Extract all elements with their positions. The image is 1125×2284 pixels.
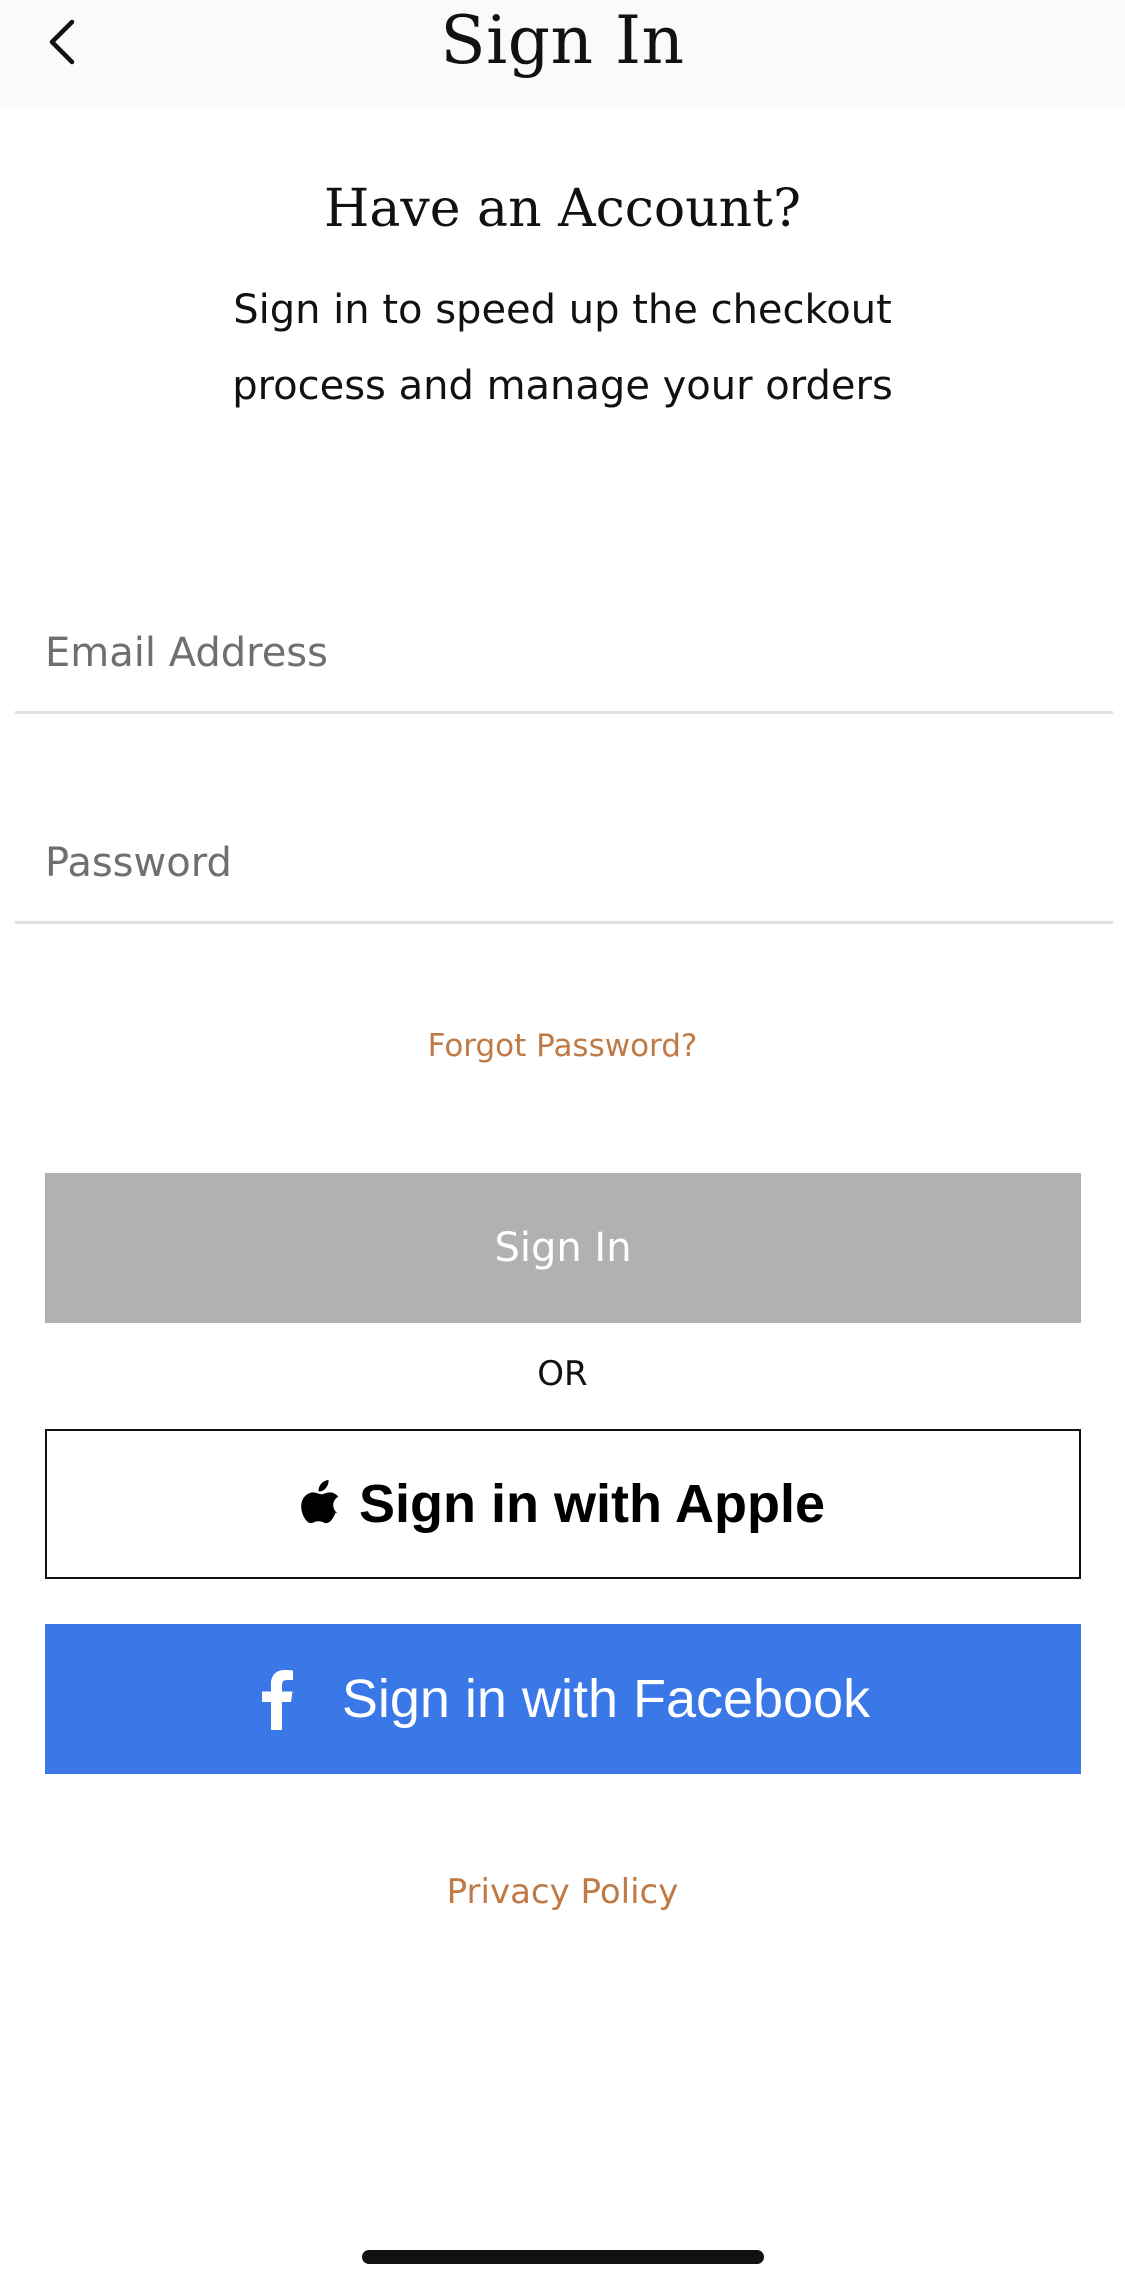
sign-in-button[interactable]: Sign In <box>45 1173 1081 1323</box>
home-indicator <box>362 2250 764 2264</box>
sign-in-with-facebook-button[interactable]: Sign in with Facebook <box>45 1624 1081 1774</box>
sign-in-screen: Sign In Have an Account? Sign in to spee… <box>0 0 1125 2284</box>
or-divider-text: OR <box>537 1354 588 1394</box>
intro-text: Sign in to speed up the checkout process… <box>180 272 945 424</box>
intro-text-line-1: Sign in to speed up the checkout <box>233 287 892 333</box>
intro-text-line-2: process and manage your orders <box>232 363 893 409</box>
sign-in-button-label: Sign In <box>494 1225 632 1271</box>
page-title: Sign In <box>440 2 685 79</box>
sign-in-with-facebook-label: Sign in with Facebook <box>341 1669 871 1729</box>
sign-in-with-apple-label: Sign in with Apple <box>359 1474 825 1534</box>
nav-bar: Sign In <box>0 0 1125 108</box>
sign-in-with-apple-button[interactable]: Sign in with Apple <box>45 1429 1081 1579</box>
password-input[interactable] <box>45 804 1083 921</box>
password-field-container <box>15 804 1113 924</box>
email-field-container <box>15 594 1113 714</box>
apple-icon <box>301 1477 341 1525</box>
forgot-password-link[interactable]: Forgot Password? <box>0 1024 1125 1068</box>
email-input[interactable] <box>45 594 1083 711</box>
facebook-icon <box>256 1668 296 1730</box>
privacy-policy-link[interactable]: Privacy Policy <box>0 1868 1125 1916</box>
intro-heading: Have an Account? <box>324 179 801 239</box>
